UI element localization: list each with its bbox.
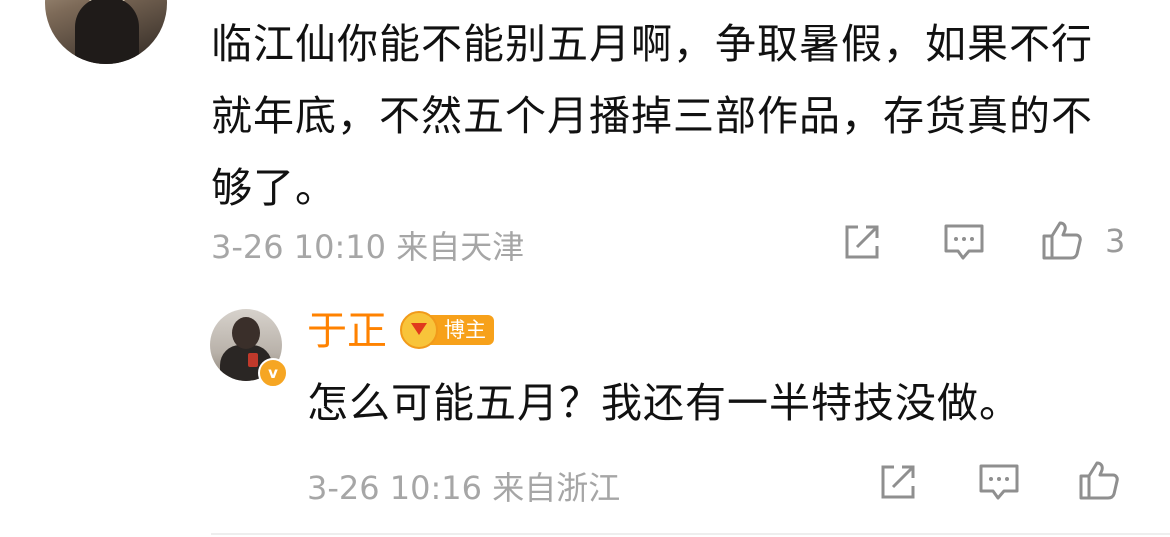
verified-icon: v [258,358,288,388]
like-button[interactable] [1040,218,1084,262]
avatar-figure [75,0,139,64]
blogger-badge-label: 博主 [430,315,494,345]
share-icon [881,465,915,499]
share-icon [845,225,879,259]
avatar-accent [248,353,258,367]
reply-meta: 3-26 10:16 来自浙江 [307,469,621,507]
blogger-badge: 博主 [400,311,494,349]
comment-text: 临江仙你能不能别五月啊，争取暑假，如果不行就年底，不然五个月播掉三部作品，存货真… [211,20,1093,212]
reply-comment-button[interactable] [977,460,1021,504]
comment-icon [979,464,1019,500]
commenter-avatar[interactable] [45,0,167,64]
divider [211,533,1170,535]
reply-share-button[interactable] [876,460,920,504]
comment-meta: 3-26 10:10 来自天津 [211,228,525,266]
comment-icon [944,224,984,260]
reply-author-name[interactable]: 于正 [307,306,387,356]
share-button[interactable] [840,220,884,264]
thumbs-up-icon [1042,221,1082,260]
like-count: 3 [1105,222,1126,260]
crown-icon [400,311,438,349]
reply-text: 怎么可能五月？我还有一半特技没做。 [307,379,1021,427]
reply-like-button[interactable] [1077,458,1121,502]
avatar-head [232,317,260,349]
comment-button[interactable] [942,220,986,264]
thumbs-up-icon [1079,461,1119,500]
